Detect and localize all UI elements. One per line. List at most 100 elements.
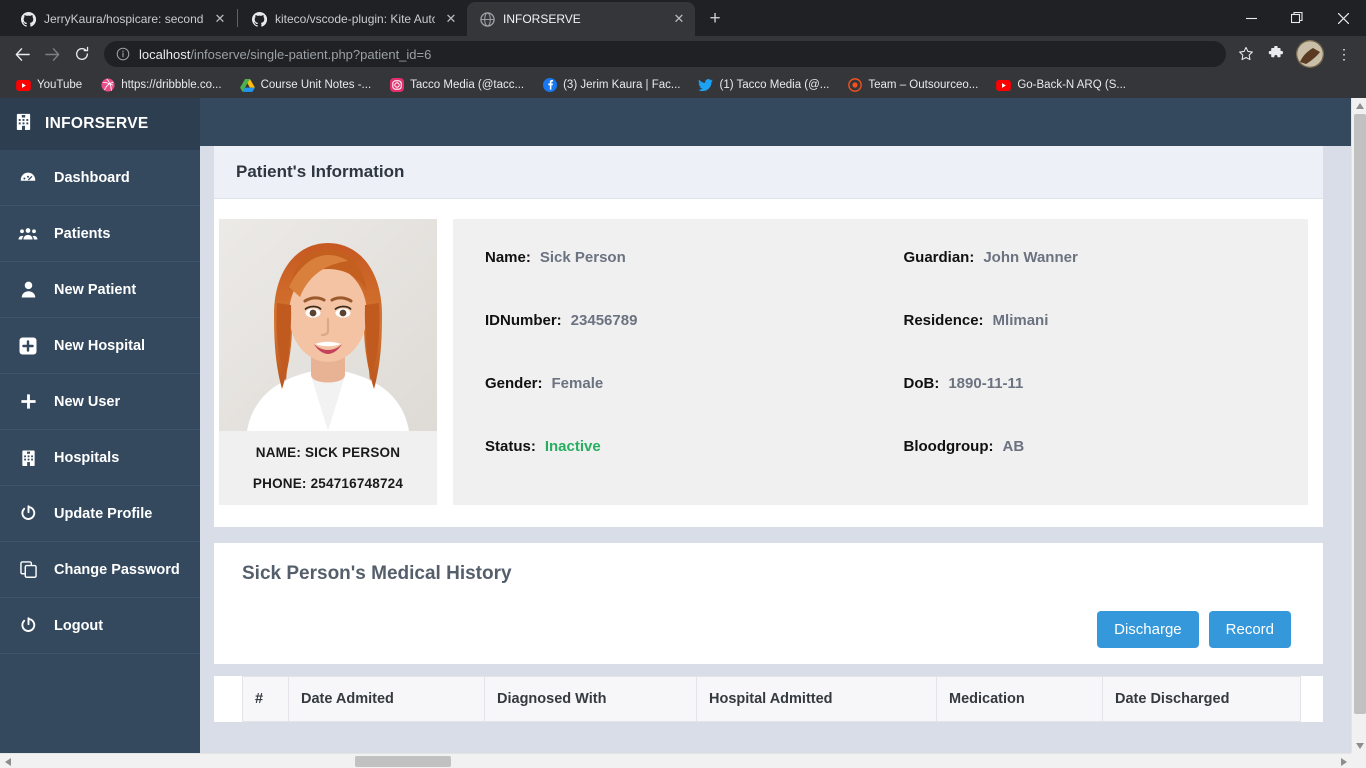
sidebar-item-new-patient[interactable]: New Patient	[0, 262, 200, 318]
sidebar-item-label: Hospitals	[54, 449, 120, 466]
app-page: INFORSERVE Dashboard Patients New Patien…	[0, 98, 1351, 753]
browser-tab-1[interactable]: JerryKaura/hospicare: second yea ✕	[8, 2, 236, 36]
app-brand[interactable]: INFORSERVE	[0, 98, 200, 150]
minimize-icon[interactable]	[1228, 0, 1274, 36]
sidebar-item-dashboard[interactable]: Dashboard	[0, 150, 200, 206]
bookmark-go-back-n-arq[interactable]: Go-Back-N ARQ (S...	[988, 76, 1134, 95]
hospital-icon	[14, 112, 33, 136]
bookmark-tacco-media-instagram[interactable]: Tacco Media (@tacc...	[381, 76, 532, 95]
bookmark-jerim-kaura-facebook[interactable]: (3) Jerim Kaura | Fac...	[534, 76, 688, 95]
maximize-icon[interactable]	[1274, 0, 1320, 36]
tab-title: kiteco/vscode-plugin: Kite Autoc	[275, 12, 435, 26]
field-idnumber: IDNumber: 23456789	[453, 312, 881, 349]
back-icon[interactable]	[8, 40, 36, 68]
medical-history-title: Sick Person's Medical History	[242, 563, 512, 584]
scroll-right-arrow-icon[interactable]	[1336, 754, 1351, 768]
patient-panel-body: NAME: SICK PERSON PHONE: 254716748724 Na…	[214, 199, 1323, 527]
column-header-hospital-admitted[interactable]: Hospital Admitted	[696, 676, 937, 722]
horizontal-scrollbar[interactable]	[0, 753, 1366, 768]
browser-tab-3-active[interactable]: INFORSERVE ✕	[467, 2, 695, 36]
field-residence: Residence: Mlimani	[881, 312, 1309, 349]
vertical-scrollbar[interactable]	[1351, 98, 1366, 753]
facebook-icon	[542, 78, 557, 93]
horizontal-scrollbar-thumb[interactable]	[355, 756, 451, 767]
bookmark-youtube[interactable]: YouTube	[8, 76, 90, 95]
reload-icon[interactable]	[68, 40, 96, 68]
content-inner: Patient's Information NAME: SICK PERSON …	[200, 146, 1351, 722]
field-label: Bloodgroup:	[903, 438, 994, 455]
record-button[interactable]: Record	[1208, 611, 1291, 648]
window-controls	[1228, 0, 1366, 36]
field-label: IDNumber:	[485, 312, 562, 329]
extensions-puzzle-icon[interactable]	[1262, 40, 1290, 68]
column-header-medication[interactable]: Medication	[936, 676, 1103, 722]
app-sidebar: INFORSERVE Dashboard Patients New Patien…	[0, 98, 200, 753]
google-drive-icon	[239, 78, 255, 93]
bookmark-label: Course Unit Notes -...	[260, 79, 372, 91]
tab-title: INFORSERVE	[503, 12, 581, 26]
field-value: Sick Person	[539, 249, 626, 266]
sidebar-item-change-password[interactable]: Change Password	[0, 542, 200, 598]
sidebar-item-new-hospital[interactable]: New Hospital	[0, 318, 200, 374]
sidebar-item-label: Change Password	[54, 561, 180, 578]
patient-photo	[219, 219, 437, 431]
bookmark-label: Go-Back-N ARQ (S...	[1017, 79, 1126, 91]
forward-icon	[38, 40, 66, 68]
url-path: /infoserve/single-patient.php?patient_id…	[190, 46, 432, 62]
browser-menu-icon[interactable]: ⋮	[1330, 40, 1358, 68]
bookmark-star-icon[interactable]	[1232, 40, 1260, 68]
tab-close-icon[interactable]: ✕	[443, 11, 459, 27]
scrollbar-corner	[1351, 753, 1366, 768]
scroll-left-arrow-icon[interactable]	[0, 754, 15, 768]
browser-tab-2[interactable]: kiteco/vscode-plugin: Kite Autoc ✕	[239, 2, 467, 36]
field-value: Mlimani	[992, 312, 1049, 329]
close-icon[interactable]	[1320, 0, 1366, 36]
field-value: AB	[1002, 438, 1025, 455]
sidebar-item-patients[interactable]: Patients	[0, 206, 200, 262]
field-label: Residence:	[903, 312, 984, 329]
plus-square-icon	[18, 337, 38, 355]
bookmark-course-unit-notes[interactable]: Course Unit Notes -...	[232, 76, 380, 95]
browser-window: JerryKaura/hospicare: second yea ✕ kitec…	[0, 0, 1366, 768]
sidebar-item-new-user[interactable]: New User	[0, 374, 200, 430]
discharge-button[interactable]: Discharge	[1097, 611, 1199, 648]
twitter-icon	[698, 78, 714, 93]
profile-avatar[interactable]	[1296, 40, 1324, 68]
column-header-diagnosed-with[interactable]: Diagnosed With	[484, 676, 697, 722]
site-info-icon[interactable]	[116, 47, 130, 61]
column-header-date-discharged[interactable]: Date Discharged	[1102, 676, 1301, 722]
browser-titlebar: JerryKaura/hospicare: second yea ✕ kitec…	[0, 0, 1366, 36]
column-header-date-admited[interactable]: Date Admited	[288, 676, 485, 722]
table-header-row: # Date Admited Diagnosed With Hospital A…	[242, 676, 1301, 722]
patient-details-grid: Name: Sick Person Guardian: John Wanner …	[453, 219, 1308, 505]
field-value: Female	[551, 375, 604, 392]
field-label: Status:	[485, 438, 536, 455]
patient-photo-name: NAME: SICK PERSON	[255, 445, 401, 460]
sidebar-item-hospitals[interactable]: Hospitals	[0, 430, 200, 486]
address-bar-url: localhost/infoserve/single-patient.php?p…	[139, 47, 431, 62]
sidebar-item-label: Update Profile	[54, 505, 153, 522]
bookmark-dribbble[interactable]: https://dribbble.co...	[92, 76, 229, 95]
sidebar-item-update-profile[interactable]: Update Profile	[0, 486, 200, 542]
bookmark-team-outsourceo[interactable]: Team – Outsourceo...	[839, 76, 986, 95]
tab-close-icon[interactable]: ✕	[212, 11, 228, 27]
medical-history-table-wrap: # Date Admited Diagnosed With Hospital A…	[214, 676, 1323, 722]
target-icon	[847, 78, 862, 93]
scroll-down-arrow-icon[interactable]	[1352, 738, 1366, 753]
bookmark-tacco-media-twitter[interactable]: (1) Tacco Media (@...	[690, 76, 837, 95]
vertical-scrollbar-thumb[interactable]	[1354, 114, 1366, 714]
scroll-up-arrow-icon[interactable]	[1352, 98, 1366, 113]
patient-photo-phone: PHONE: 254716748724	[252, 476, 404, 491]
new-tab-button[interactable]: +	[701, 5, 729, 33]
tab-close-icon[interactable]: ✕	[671, 11, 687, 27]
sidebar-item-label: New User	[54, 393, 121, 410]
users-icon	[18, 226, 38, 242]
address-bar[interactable]: localhost/infoserve/single-patient.php?p…	[104, 41, 1226, 67]
column-header-index[interactable]: #	[242, 676, 289, 722]
sidebar-item-logout[interactable]: Logout	[0, 598, 200, 654]
tab-title: JerryKaura/hospicare: second yea	[44, 12, 204, 26]
status-badge: Inactive	[544, 438, 601, 455]
tab-strip: JerryKaura/hospicare: second yea ✕ kitec…	[0, 0, 729, 36]
bookmark-label: Tacco Media (@tacc...	[410, 79, 525, 91]
medical-history-section: Sick Person's Medical History Discharge …	[214, 543, 1323, 664]
